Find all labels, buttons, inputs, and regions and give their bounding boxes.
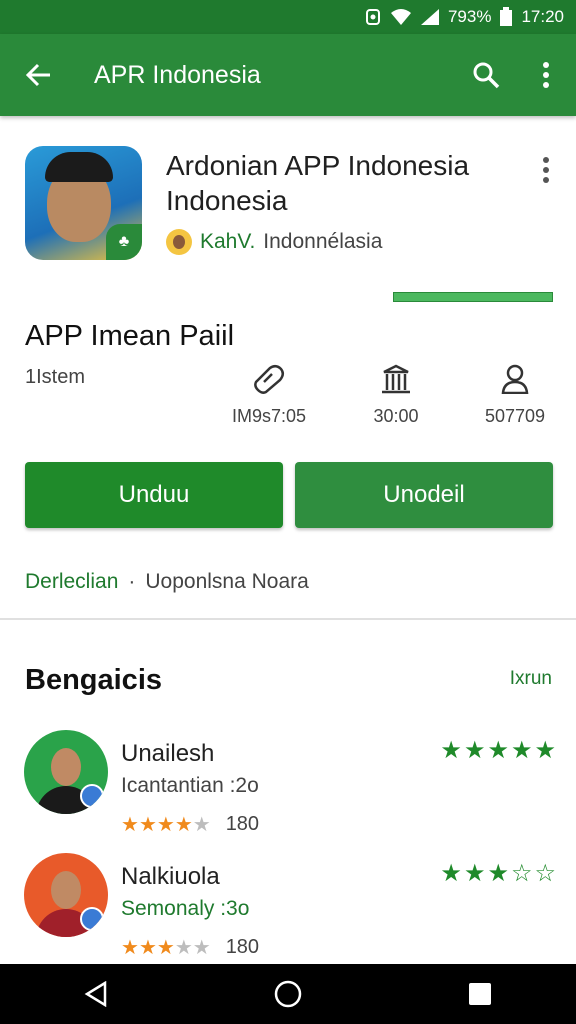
size-label: 1Istem xyxy=(25,366,86,388)
avatar xyxy=(24,730,108,814)
building-icon xyxy=(382,364,410,394)
search-button[interactable] xyxy=(456,34,516,116)
star-icon: ★ xyxy=(192,814,211,836)
reviewer-subtitle: Semonaly :3o xyxy=(121,897,250,920)
star-icon: ☆ xyxy=(510,860,533,887)
reviewer-name: Unailesh xyxy=(121,740,215,767)
developer-name: KahV. xyxy=(200,230,256,253)
reviews-title: Bengaicis xyxy=(25,664,162,696)
section-title: APP Imean Paiil xyxy=(25,320,235,352)
developer-row[interactable]: KahV. Indonnélasia xyxy=(166,229,382,255)
star-icon: ★ xyxy=(440,737,462,764)
download-button[interactable]: Unduu xyxy=(25,462,283,528)
review-item[interactable]: Unailesh Icantantian :2o ★★★★★ 180 ★ ★ ★ ★ ★ xyxy=(0,730,576,840)
circle-home-icon xyxy=(274,980,302,1008)
meta-separator: · xyxy=(128,570,136,593)
reviewer-subtitle: Icantantian :2o xyxy=(121,774,259,797)
stat-downloads: IM9s7:05 xyxy=(214,364,324,427)
divider xyxy=(0,618,576,620)
star-icon: ★ xyxy=(174,814,193,836)
star-icon: ★ xyxy=(510,737,533,764)
battery-percent: 793% xyxy=(447,7,492,26)
small-rating: ★★★★★ 180 xyxy=(121,935,259,960)
stat-value: 507709 xyxy=(484,406,546,426)
category-link[interactable]: Derleclian xyxy=(25,570,118,594)
app-toolbar: APR Indonesia xyxy=(0,34,576,116)
small-rating: ★★★★★ 180 xyxy=(121,812,259,837)
meta-row: Derleclian · Uoponlsna Noara xyxy=(25,570,309,594)
nav-back-button[interactable] xyxy=(56,964,136,1024)
battery-icon xyxy=(499,7,513,27)
app-icon: ♣ xyxy=(25,146,142,260)
star-icon: ★ xyxy=(463,860,486,887)
overflow-menu-button[interactable] xyxy=(516,34,576,116)
person-icon xyxy=(501,364,529,394)
back-button[interactable] xyxy=(0,34,76,116)
app-title: Ardonian APP Indonesia Indonesia xyxy=(166,150,470,216)
notification-icon xyxy=(364,8,382,26)
arrow-back-icon xyxy=(25,63,50,87)
star-icon: ★ xyxy=(138,937,157,959)
star-icon: ★ xyxy=(192,937,211,959)
clock: 17:20 xyxy=(521,7,564,26)
avatar xyxy=(24,853,108,937)
reviewer-name: Nalkiuola xyxy=(121,863,220,890)
rating-count: 180 xyxy=(225,813,260,835)
developer-location: Indonnélasia xyxy=(263,230,383,253)
reviews-more-link[interactable]: Ixrun xyxy=(510,668,552,690)
star-icon: ★ xyxy=(487,860,509,887)
signal-icon xyxy=(420,8,440,26)
square-recents-icon xyxy=(469,983,491,1005)
stat-value: IM9s7:05 xyxy=(231,406,307,426)
meta-text: Uoponlsna Noara xyxy=(145,570,309,593)
star-icon: ★ xyxy=(534,737,556,764)
nav-home-button[interactable] xyxy=(248,964,328,1024)
status-bar: 793% 17:20 xyxy=(0,0,576,34)
star-icon: ★ xyxy=(463,737,486,764)
review-item[interactable]: Nalkiuola Semonaly :3o ★★★★★ 180 ★ ★ ★ ☆ ☆ xyxy=(0,853,576,963)
install-progress-fill xyxy=(394,293,552,301)
stat-time: 30:00 xyxy=(341,364,451,427)
star-icon: ★ xyxy=(156,814,175,836)
more-vert-icon xyxy=(543,157,549,183)
star-icon: ★ xyxy=(487,737,509,764)
star-icon: ★ xyxy=(440,860,462,887)
stat-users: 507709 xyxy=(460,364,570,427)
app-more-button[interactable] xyxy=(534,152,558,188)
toolbar-title: APR Indonesia xyxy=(94,60,261,89)
big-rating: ★ ★ ★ ☆ ☆ xyxy=(440,859,556,888)
wifi-icon xyxy=(390,8,412,26)
star-icon: ★ xyxy=(174,937,193,959)
rating-count: 180 xyxy=(225,936,260,958)
star-icon: ☆ xyxy=(534,860,556,887)
app-header: ♣ Ardonian APP Indonesia Indonesia KahV.… xyxy=(0,140,576,280)
more-vert-icon xyxy=(543,62,549,88)
nav-recents-button[interactable] xyxy=(440,964,520,1024)
star-icon: ★ xyxy=(121,937,139,959)
tag-icon xyxy=(254,365,284,394)
system-nav-bar xyxy=(0,964,576,1024)
stat-value: 30:00 xyxy=(373,406,419,426)
search-icon xyxy=(473,62,500,89)
install-progress-bar xyxy=(393,292,553,302)
star-icon: ★ xyxy=(156,937,175,959)
big-rating: ★ ★ ★ ★ ★ xyxy=(440,736,556,765)
triangle-back-icon xyxy=(84,981,107,1007)
developer-avatar xyxy=(166,229,192,255)
star-icon: ★ xyxy=(121,814,139,836)
star-icon: ★ xyxy=(138,814,157,836)
app-badge-icon: ♣ xyxy=(106,224,142,260)
secondary-action-button[interactable]: Unodeil xyxy=(295,462,553,528)
